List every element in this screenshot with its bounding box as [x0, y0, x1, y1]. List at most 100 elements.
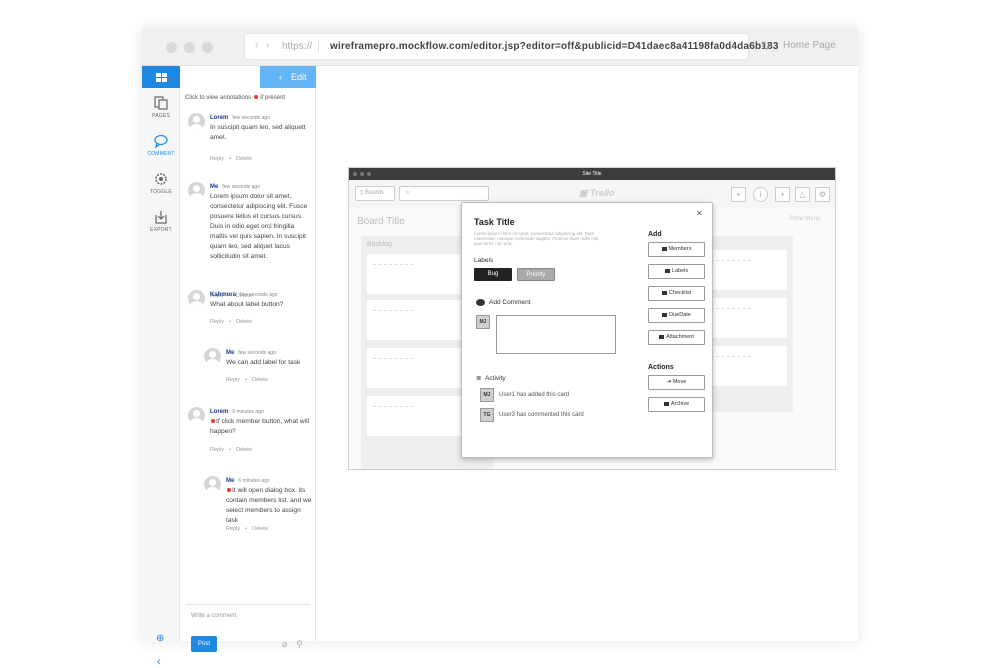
reply-link[interactable]: Reply — [210, 447, 224, 453]
avatar — [188, 407, 205, 424]
tag-icon — [664, 268, 670, 273]
show-menu-label: Show Menu — [788, 216, 821, 222]
mockup-titlebar: Site Title — [349, 168, 835, 180]
comment-text: What about label button? — [210, 301, 284, 308]
activity-entry: User1 has added this card — [499, 392, 570, 398]
task-dialog: ✕ Task Title Lorem ipsum dolor sit amet,… — [461, 202, 713, 458]
actions-heading: Actions — [648, 364, 674, 371]
bell-icon[interactable]: △ — [795, 187, 810, 202]
home-page-link[interactable]: Home Page — [783, 40, 836, 52]
gear-icon[interactable]: ⚙ — [815, 187, 830, 202]
add-heading: Add — [648, 231, 662, 238]
labels-button[interactable]: Labels — [648, 264, 705, 279]
comment-time: few seconds ago — [232, 115, 270, 121]
archive-label: Archive — [670, 401, 690, 407]
reply-link[interactable]: Reply — [226, 377, 240, 383]
edit-label: Edit — [291, 72, 307, 82]
sidebar-item-pages[interactable]: PAGES — [142, 96, 180, 119]
activity-icon: ≣ — [476, 375, 482, 382]
toggle-icon — [155, 173, 167, 185]
search-icon: ⌕ — [406, 190, 410, 196]
task-card[interactable] — [705, 298, 787, 338]
task-card[interactable] — [705, 250, 787, 290]
close-icon[interactable]: ✕ — [696, 209, 703, 218]
forward-icon[interactable]: › — [266, 41, 269, 51]
sidebar-item-toggle[interactable]: TOGGLE — [142, 172, 180, 195]
comment-meta: Me few seconds ago — [210, 182, 260, 192]
post-button[interactable]: Post — [191, 636, 217, 652]
url-text[interactable]: wireframepro.mockflow.com/editor.jsp?edi… — [330, 41, 779, 52]
labels-label: Labels — [671, 268, 689, 274]
logo-text: Trello — [590, 188, 615, 198]
duedate-label: DueDate — [669, 312, 691, 318]
delete-link[interactable]: Delete — [252, 526, 268, 532]
annotation-hint: Click to view annotations if present — [185, 95, 285, 101]
attachment-button[interactable]: Attachment — [648, 330, 705, 345]
checklist-label: Checklist — [668, 290, 692, 296]
browser-window: ‹ › https:// wireframepro.mockflow.com/e… — [142, 28, 858, 668]
add-comment-label: Add Comment — [489, 299, 531, 307]
window-dot-minimize[interactable] — [184, 42, 195, 53]
address-bar[interactable]: ‹ › https:// wireframepro.mockflow.com/e… — [245, 34, 778, 59]
trello-logo: ▣ Trello — [579, 188, 615, 198]
comment-meta: Me few seconds ago — [226, 348, 276, 358]
label-priority[interactable]: Priority — [517, 268, 555, 281]
board-search-input[interactable]: ⌕ — [399, 186, 489, 201]
window-dot-close[interactable] — [166, 42, 177, 53]
window-dot-maximize[interactable] — [202, 42, 213, 53]
comment-text-content: If click member button, what will happen… — [210, 418, 310, 435]
app-grid-button[interactable] — [142, 66, 180, 88]
reply-link[interactable]: Reply — [210, 319, 224, 325]
comment-item: Me few seconds ago Lorem ipsum dolor sit … — [188, 182, 308, 302]
comment-input[interactable]: Write a comment — [191, 613, 236, 619]
checklist-button[interactable]: Checklist — [648, 286, 705, 301]
board-icon: ▯ — [360, 190, 364, 196]
comment-text: We can add label for task — [226, 359, 301, 366]
reply-link[interactable]: Reply — [210, 156, 224, 162]
comment-time: few seconds ago — [222, 184, 260, 190]
add-icon[interactable]: + — [731, 187, 746, 202]
delete-link[interactable]: Delete — [236, 447, 252, 453]
collapse-icon[interactable]: ‹ — [157, 656, 161, 668]
comment-author: Me — [226, 350, 235, 356]
comment-text: It will open dialog box. its contain mem… — [226, 486, 312, 526]
avatar — [188, 182, 205, 199]
comment-meta: Lorem few seconds ago — [210, 113, 270, 123]
show-menu-link[interactable]: ··· Show Menu — [781, 216, 820, 222]
sidebar-item-export[interactable]: EXPORT — [142, 210, 180, 233]
edit-button[interactable]: ‹ Edit — [260, 66, 316, 88]
person-icon — [661, 246, 667, 251]
paperclip-icon — [659, 334, 665, 339]
sidebar-item-comment[interactable]: COMMENT — [142, 134, 180, 157]
comment-textarea[interactable] — [496, 315, 616, 354]
info-icon[interactable]: i — [753, 187, 768, 202]
reload-icon[interactable]: ↻ — [761, 40, 771, 52]
label-bug[interactable]: Bug — [474, 268, 512, 281]
comment-actions: Reply • Delete — [210, 319, 252, 325]
comment-meta: Kshmora few seconds ago — [210, 290, 278, 300]
delete-link[interactable]: Delete — [236, 156, 252, 162]
activity-label: Activity — [485, 375, 506, 382]
archive-button[interactable]: Archive — [648, 397, 705, 412]
boards-label: Boards — [364, 190, 384, 196]
members-button[interactable]: Members — [648, 242, 705, 257]
notification-dot-icon[interactable]: • — [775, 187, 790, 202]
task-title: Task Title — [474, 217, 515, 227]
comment-text: In suscipit quam leo, sed aliquett amet. — [210, 124, 306, 141]
duedate-button[interactable]: DueDate — [648, 308, 705, 323]
delete-link[interactable]: Delete — [252, 377, 268, 383]
move-button[interactable]: ➔ Move — [648, 375, 705, 390]
delete-link[interactable]: Delete — [236, 319, 252, 325]
task-card[interactable] — [705, 346, 787, 386]
annotation-marker-icon — [253, 95, 258, 100]
board-title: Board Title — [357, 216, 405, 227]
boards-button[interactable]: ▯ Boards — [355, 186, 395, 201]
comment-author: Lorem — [210, 409, 229, 415]
back-icon[interactable]: ‹ — [255, 41, 258, 51]
add-comment-heading: Add Comment — [476, 299, 531, 306]
comment-time: 6 minutes ago — [238, 478, 270, 484]
zoom-icon[interactable]: ⊕ — [156, 633, 164, 644]
site-title: Site Title — [582, 171, 602, 177]
checklist-icon — [661, 290, 667, 295]
reply-link[interactable]: Reply — [226, 526, 240, 532]
